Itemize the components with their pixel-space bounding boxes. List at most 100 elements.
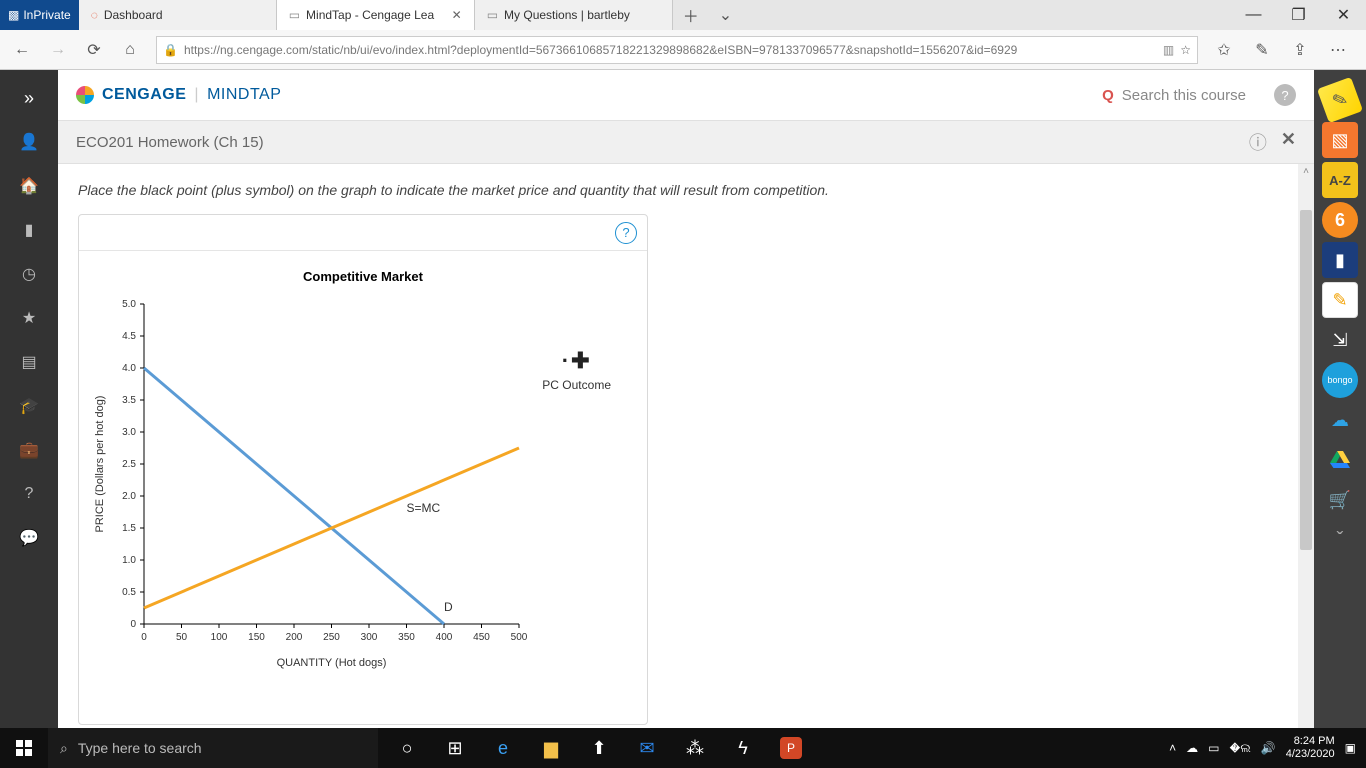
svg-text:450: 450 [473, 632, 490, 643]
rail-collapse-icon[interactable]: ˇ [1322, 522, 1358, 558]
more-icon[interactable]: ⋯ [1322, 34, 1354, 66]
share-icon[interactable]: ⇪ [1284, 34, 1316, 66]
svg-text:100: 100 [211, 632, 228, 643]
svg-text:2.5: 2.5 [122, 459, 136, 470]
svg-text:5.0: 5.0 [122, 299, 136, 310]
svg-text:2.0: 2.0 [122, 491, 136, 502]
brand-product: MINDTAP [207, 86, 281, 104]
browser-tab-1[interactable]: ▭ MindTap - Cengage Lea ✕ [277, 0, 475, 30]
browser-tab-0[interactable]: ◌ Dashboard [79, 0, 277, 30]
app-icon-1[interactable]: ϟ [720, 728, 766, 768]
legend-pc-outcome[interactable]: ·✚ PC Outcome [542, 350, 611, 392]
flashcards-tool-icon[interactable]: ▮ [1322, 242, 1358, 278]
glossary-tool-icon[interactable]: A-Z [1322, 162, 1358, 198]
rail-grad-icon[interactable]: 🎓 [0, 384, 58, 428]
taskbar-search[interactable]: ⌕ Type here to search [48, 728, 378, 768]
instruction-text: Place the black point (plus symbol) on t… [58, 164, 1314, 208]
svg-text:S=MC: S=MC [407, 501, 441, 515]
right-tool-rail: ✎ ▧ A-Z 6 ▮ ✎ ⇲ bongo ☁ 🛒 ˇ [1314, 70, 1366, 728]
tab-title: My Questions | bartleby [504, 8, 630, 22]
cast-tool-icon[interactable]: ⇲ [1322, 322, 1358, 358]
scroll-up-arrow-icon[interactable]: ˄ [1298, 164, 1314, 177]
plus-symbol-icon: ·✚ [542, 350, 611, 372]
course-search-placeholder: Search this course [1122, 87, 1246, 104]
scrollbar-thumb[interactable] [1300, 210, 1312, 550]
rail-home-icon[interactable]: 🏠 [0, 164, 58, 208]
windows-taskbar: ⌕ Type here to search ○ ⊞ e ▆ ⬆ ✉ ⁂ ϟ P … [0, 728, 1366, 768]
inprivate-badge: ▩ InPrivate [0, 0, 79, 30]
mail-icon[interactable]: ✉ [624, 728, 670, 768]
rail-chat-icon[interactable]: 💬 [0, 516, 58, 560]
window-maximize-button[interactable]: ❐ [1276, 0, 1321, 30]
favorites-hub-icon[interactable]: ✩ [1208, 34, 1240, 66]
highlighter-tool-icon[interactable]: ✎ [1317, 77, 1363, 123]
graph-panel: ? Competitive Market 00.51.01.52.02.53.0… [78, 214, 648, 725]
favorite-star-icon[interactable]: ☆ [1180, 43, 1191, 57]
window-minimize-button[interactable]: — [1231, 0, 1276, 30]
taskbar-clock[interactable]: 8:24 PM 4/23/2020 [1286, 735, 1335, 761]
tray-chevron-icon[interactable]: ˄ [1169, 741, 1176, 755]
rail-briefcase-icon[interactable]: 💼 [0, 428, 58, 472]
tray-wifi-icon[interactable]: �ଲ [1230, 741, 1251, 756]
rail-book-icon[interactable]: ▮ [0, 208, 58, 252]
tray-battery-icon[interactable]: ▭ [1208, 741, 1219, 755]
rail-openbook-icon[interactable]: ▤ [0, 340, 58, 384]
notifications-icon[interactable]: ▣ [1345, 741, 1356, 755]
nav-home-button[interactable]: ⌂ [114, 34, 146, 66]
rail-star-icon[interactable]: ★ [0, 296, 58, 340]
inprivate-label: InPrivate [23, 8, 70, 22]
rail-expand-button[interactable]: » [0, 76, 58, 120]
svg-text:0: 0 [141, 632, 147, 643]
start-button[interactable] [0, 728, 48, 768]
nav-back-button[interactable]: ← [6, 34, 38, 66]
clock-date: 4/23/2020 [1286, 748, 1335, 761]
circle-tool-icon[interactable]: 6 [1322, 202, 1358, 238]
brand-block: CENGAGE | MINDTAP [76, 86, 281, 104]
powerpoint-icon[interactable]: P [780, 737, 802, 759]
tray-volume-icon[interactable]: 🔊 [1261, 741, 1276, 755]
cart-tool-icon[interactable]: 🛒 [1322, 482, 1358, 518]
tab-close-icon[interactable]: ✕ [452, 8, 462, 22]
search-icon: Q [1102, 87, 1114, 104]
svg-text:150: 150 [248, 632, 265, 643]
info-icon[interactable]: ⓘ [1249, 129, 1267, 155]
new-tab-button[interactable]: ＋ [673, 0, 709, 30]
browser-tab-2[interactable]: ▭ My Questions | bartleby [475, 0, 673, 30]
tab-favicon: ▭ [487, 8, 498, 22]
store-icon[interactable]: ⬆ [576, 728, 622, 768]
dropbox-icon[interactable]: ⁂ [672, 728, 718, 768]
search-icon: ⌕ [60, 740, 68, 757]
google-drive-tool-icon[interactable] [1322, 442, 1358, 478]
tab-favicon: ◌ [91, 8, 98, 22]
tab-favicon: ▭ [289, 8, 300, 22]
cortana-icon[interactable]: ○ [384, 728, 430, 768]
bongo-tool-icon[interactable]: bongo [1322, 362, 1358, 398]
rail-compass-icon[interactable]: ◷ [0, 252, 58, 296]
tray-cloud-icon[interactable]: ☁ [1186, 741, 1198, 755]
rail-help-icon[interactable]: ? [0, 472, 58, 516]
notes-tool-icon[interactable]: ✎ [1322, 282, 1358, 318]
close-assignment-icon[interactable]: ✕ [1281, 129, 1296, 155]
rss-tool-icon[interactable]: ▧ [1322, 122, 1358, 158]
task-view-icon[interactable]: ⊞ [432, 728, 478, 768]
course-search[interactable]: Q Search this course [1102, 87, 1246, 104]
svg-text:4.5: 4.5 [122, 331, 136, 342]
cloud-tool-icon[interactable]: ☁ [1322, 402, 1358, 438]
chart-canvas[interactable]: 00.51.01.52.02.53.03.54.04.55.0050100150… [89, 294, 529, 674]
reading-view-icon[interactable]: ▥ [1163, 43, 1174, 57]
window-close-button[interactable]: ✕ [1321, 0, 1366, 30]
address-bar[interactable]: 🔒 https://ng.cengage.com/static/nb/ui/ev… [156, 36, 1198, 64]
rail-profile-icon[interactable]: 👤 [0, 120, 58, 164]
nav-refresh-button[interactable]: ⟳ [78, 34, 110, 66]
url-text: https://ng.cengage.com/static/nb/ui/evo/… [184, 43, 1157, 57]
svg-text:D: D [444, 600, 453, 614]
file-explorer-icon[interactable]: ▆ [528, 728, 574, 768]
nav-forward-button[interactable]: → [42, 34, 74, 66]
help-button[interactable]: ? [1274, 84, 1296, 106]
tabs-chevron-icon[interactable]: ⌄ [709, 0, 742, 30]
edge-icon[interactable]: e [480, 728, 526, 768]
svg-text:250: 250 [323, 632, 340, 643]
notes-icon[interactable]: ✎ [1246, 34, 1278, 66]
graph-help-button[interactable]: ? [615, 222, 637, 244]
svg-text:500: 500 [511, 632, 528, 643]
